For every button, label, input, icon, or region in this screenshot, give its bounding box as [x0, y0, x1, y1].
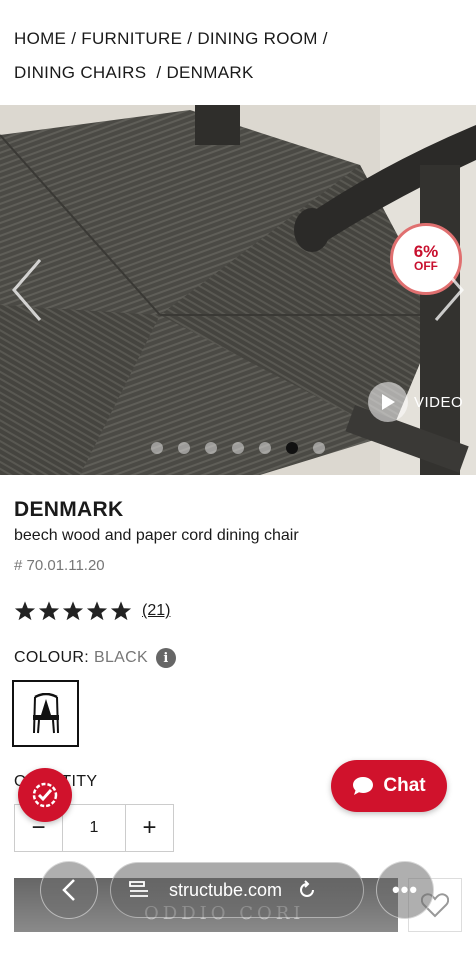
gallery-dot[interactable] — [259, 442, 271, 454]
colour-label: COLOUR: — [14, 649, 89, 666]
chat-label: Chat — [383, 775, 426, 796]
chat-bubble-icon — [353, 777, 374, 795]
gallery-dot[interactable] — [313, 442, 325, 454]
colour-swatch-black[interactable] — [12, 680, 79, 747]
colour-row: COLOUR: BLACK i — [14, 648, 176, 668]
browser-address-bar[interactable]: structube.com — [110, 862, 364, 918]
gallery-next-arrow-icon[interactable] — [428, 255, 468, 325]
star-icon — [14, 601, 36, 621]
gallery-prev-arrow-icon[interactable] — [8, 255, 48, 325]
more-icon: ••• — [391, 877, 419, 902]
gallery-dot-active[interactable] — [286, 442, 298, 454]
reader-mode-icon — [129, 881, 148, 897]
gallery-dot[interactable] — [205, 442, 217, 454]
chat-button[interactable]: Chat — [331, 760, 447, 812]
colour-value: BLACK — [94, 649, 148, 666]
quantity-input[interactable]: 1 — [62, 805, 126, 851]
gallery-dot[interactable] — [232, 442, 244, 454]
browser-back-button[interactable] — [40, 861, 98, 919]
chair-thumbnail-icon — [32, 692, 59, 733]
reviews-link[interactable]: (21) — [142, 602, 170, 620]
breadcrumb-dining-room[interactable]: DINING ROOM — [197, 29, 317, 48]
breadcrumb-separator: / — [322, 29, 328, 48]
rewards-badge-button[interactable] — [18, 768, 72, 822]
gallery-dots — [151, 442, 325, 454]
breadcrumb-furniture[interactable]: FURNITURE — [81, 29, 182, 48]
product-description: beech wood and paper cord dining chair — [14, 527, 299, 544]
reload-icon[interactable] — [297, 880, 317, 900]
breadcrumb-denmark: DENMARK — [166, 63, 254, 82]
quantity-increase-button[interactable]: + — [126, 805, 173, 851]
breadcrumb: HOME / FURNITURE / DINING ROOM / DINING … — [14, 22, 462, 90]
breadcrumb-home[interactable]: HOME — [14, 29, 66, 48]
star-rating — [14, 600, 132, 622]
product-title: DENMARK — [14, 498, 124, 521]
star-icon — [110, 601, 132, 621]
play-icon — [368, 382, 408, 422]
breadcrumb-separator: / — [156, 63, 162, 82]
breadcrumb-dining-chairs[interactable]: DINING CHAIRS — [14, 63, 146, 82]
breadcrumb-separator: / — [71, 29, 77, 48]
product-sku: # 70.01.11.20 — [14, 557, 105, 574]
product-rating: (21) — [14, 600, 170, 622]
breadcrumb-separator: / — [187, 29, 193, 48]
gallery-dot[interactable] — [151, 442, 163, 454]
browser-more-button[interactable]: ••• — [376, 861, 434, 919]
browser-url: structube.com — [169, 879, 283, 900]
star-icon — [62, 601, 84, 621]
discount-tag-icon — [32, 782, 58, 808]
star-icon — [86, 601, 108, 621]
video-label: VIDEO — [414, 393, 464, 411]
star-icon — [38, 601, 60, 621]
info-icon[interactable]: i — [155, 648, 176, 668]
gallery-dot[interactable] — [178, 442, 190, 454]
chevron-left-icon — [62, 879, 75, 901]
video-button[interactable]: VIDEO — [368, 382, 463, 422]
